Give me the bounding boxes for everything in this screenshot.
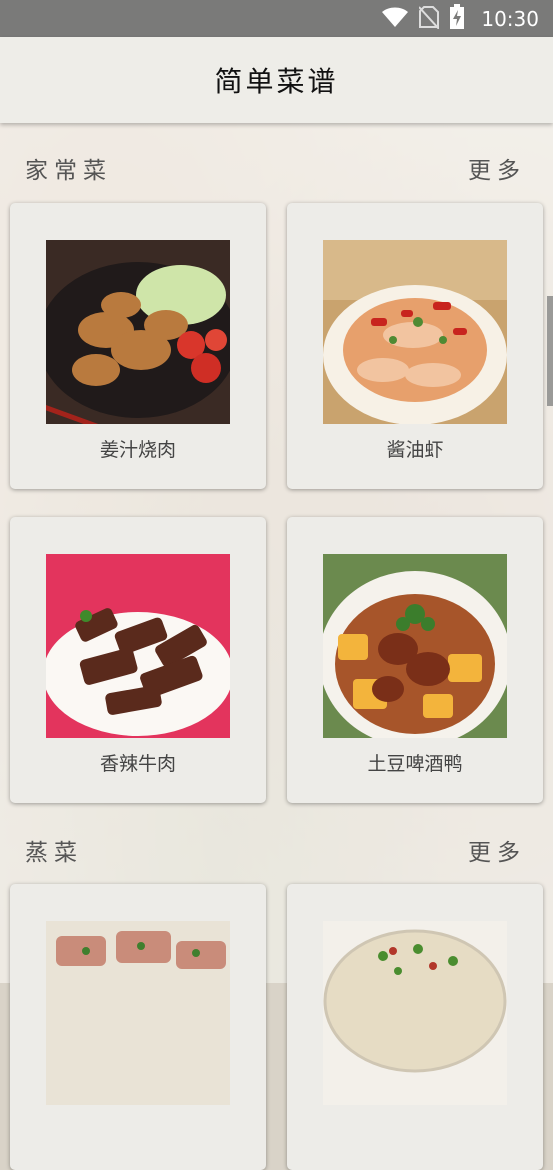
app-bar: 简单菜谱 — [0, 37, 553, 123]
dish-card[interactable]: 土豆啤酒鸭 — [287, 517, 543, 803]
spicy-beef-image — [46, 554, 230, 738]
more-link[interactable]: 更多 — [468, 833, 526, 867]
dish-name: 姜汁烧肉 — [99, 439, 176, 461]
dish-card[interactable] — [287, 884, 543, 1170]
steamed-pork-image — [46, 921, 230, 1105]
dish-card[interactable] — [10, 884, 266, 1170]
ginger-pork-image — [46, 240, 230, 424]
soy-shrimp-image — [323, 240, 507, 424]
wifi-icon — [381, 6, 409, 32]
dish-card[interactable]: 酱油虾 — [287, 203, 543, 489]
scrollbar[interactable] — [547, 296, 553, 406]
dish-name: 香辣牛肉 — [99, 753, 176, 775]
section-header-steamed: 蒸菜 更多 — [0, 829, 553, 869]
section-header-home-cooking: 家常菜 更多 — [0, 147, 553, 187]
potato-beer-duck-image — [323, 554, 507, 738]
battery-charging-icon — [449, 3, 465, 34]
more-link[interactable]: 更多 — [468, 151, 526, 185]
status-time: 10:30 — [481, 6, 539, 31]
dish-name: 土豆啤酒鸭 — [367, 753, 463, 775]
steamed-egg-image — [323, 921, 507, 1105]
dish-name: 酱油虾 — [386, 439, 444, 461]
section-title: 蒸菜 — [25, 840, 83, 866]
no-sim-icon — [418, 5, 441, 33]
dish-card[interactable]: 姜汁烧肉 — [10, 203, 266, 489]
section-title: 家常菜 — [25, 158, 112, 184]
status-bar: 10:30 — [0, 0, 553, 37]
page-title: 简单菜谱 — [214, 65, 339, 98]
dish-card[interactable]: 香辣牛肉 — [10, 517, 266, 803]
